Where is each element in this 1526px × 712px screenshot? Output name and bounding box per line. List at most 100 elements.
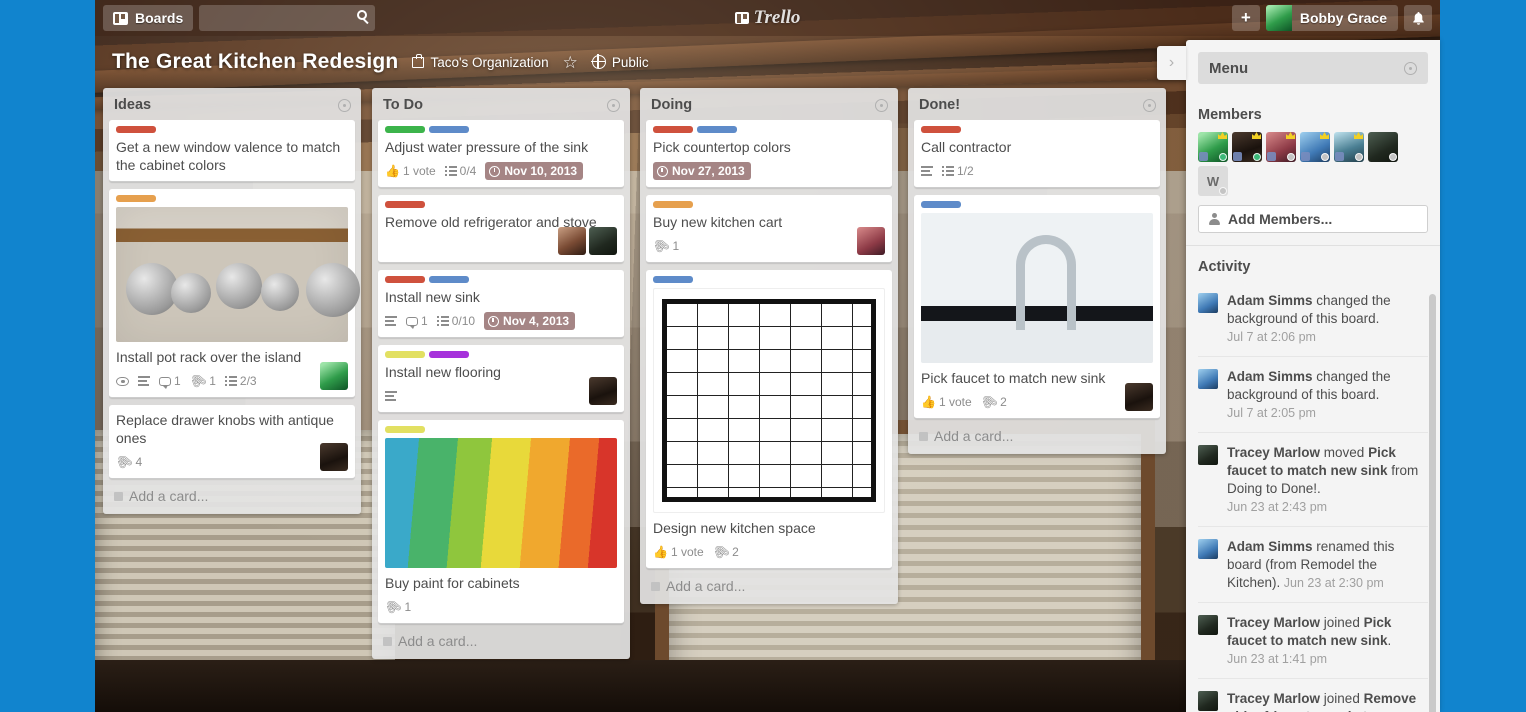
- card-badges: 👍 1 vote 🖇 2: [921, 391, 1153, 413]
- vote-icon: 👍: [921, 395, 936, 409]
- activity-actor[interactable]: Tracey Marlow: [1227, 445, 1320, 460]
- card-label[interactable]: [429, 126, 469, 133]
- member-avatar[interactable]: [1334, 132, 1364, 162]
- activity-feed[interactable]: Adam Simms changed the background of thi…: [1186, 284, 1440, 712]
- card[interactable]: Pick countertop colors Nov 27, 2013: [646, 120, 892, 188]
- card-badges: [385, 387, 617, 405]
- member-avatar[interactable]: W: [1198, 166, 1228, 196]
- member-avatar[interactable]: [1232, 132, 1262, 162]
- card[interactable]: Adjust water pressure of the sink 👍 1 vote…: [378, 120, 624, 188]
- avatar: [857, 227, 885, 255]
- card-label[interactable]: [385, 201, 425, 208]
- eye-icon: [116, 376, 129, 386]
- trello-logo[interactable]: Trello: [698, 7, 838, 29]
- activity-actor[interactable]: Adam Simms: [1227, 369, 1313, 384]
- add-members-label: Add Members...: [1228, 211, 1333, 227]
- card-label[interactable]: [429, 351, 469, 358]
- card[interactable]: Install new sink 1 0/10 Nov 4, 2013: [378, 270, 624, 338]
- sidebar-menu-header[interactable]: Menu: [1198, 52, 1428, 84]
- card[interactable]: Replace drawer knobs with antique ones 🖇 4: [109, 405, 355, 479]
- card-badges: 🖇 1: [650, 235, 885, 257]
- card[interactable]: Install pot rack over the island 1 🖇 1 2/3: [109, 189, 360, 398]
- activity-item[interactable]: Tracey Marlow joined Remove old refriger…: [1198, 678, 1428, 712]
- card-label[interactable]: [385, 426, 425, 433]
- card-label[interactable]: [653, 126, 693, 133]
- add-a-card-button[interactable]: Add a card...: [372, 624, 630, 655]
- activity-item[interactable]: Adam Simms changed the background of thi…: [1198, 356, 1428, 432]
- activity-actor[interactable]: Adam Simms: [1227, 293, 1313, 308]
- board-organization[interactable]: Taco's Organization: [412, 53, 549, 70]
- card-label[interactable]: [116, 126, 156, 133]
- badge-text: 0/10: [451, 314, 476, 328]
- card-label[interactable]: [653, 276, 693, 283]
- sidebar-menu-options-icon[interactable]: [1404, 61, 1417, 75]
- due-date-badge[interactable]: Nov 4, 2013: [484, 312, 576, 330]
- list-menu-icon[interactable]: [875, 98, 888, 112]
- add-members-button[interactable]: Add Members...: [1198, 205, 1428, 233]
- list-menu-icon[interactable]: [1143, 98, 1156, 112]
- due-date-badge[interactable]: Nov 27, 2013: [653, 162, 751, 180]
- search-input[interactable]: [199, 5, 376, 31]
- card[interactable]: Pick faucet to match new sink 👍 1 vote 🖇 2: [914, 195, 1160, 419]
- board-visibility[interactable]: Public: [591, 54, 649, 70]
- card-title: Pick faucet to match new sink: [921, 370, 1106, 386]
- star-board-icon[interactable]: ☆: [563, 54, 578, 71]
- add-card-label: Add a card...: [129, 488, 209, 504]
- card-label[interactable]: [385, 351, 425, 358]
- card-label[interactable]: [385, 276, 425, 283]
- badge-text: 1: [174, 374, 181, 388]
- notifications-bell-icon[interactable]: [1404, 5, 1432, 31]
- card-label[interactable]: [116, 195, 156, 202]
- member-badge-icon: [1301, 152, 1310, 161]
- activity-item[interactable]: Adam Simms changed the background of thi…: [1198, 284, 1428, 356]
- list-menu-icon[interactable]: [338, 98, 351, 112]
- activity-actor[interactable]: Adam Simms: [1227, 539, 1313, 554]
- member-avatar[interactable]: [1266, 132, 1296, 162]
- list-menu-icon[interactable]: [607, 98, 620, 112]
- card-title: Adjust water pressure of the sink: [385, 139, 589, 155]
- card-labels: [653, 276, 885, 283]
- card[interactable]: Call contractor 1/2: [914, 120, 1160, 188]
- board-title[interactable]: The Great Kitchen Redesign: [112, 50, 398, 74]
- avatar: [1198, 615, 1218, 635]
- activity-item[interactable]: Adam Simms renamed this board (from Remo…: [1198, 526, 1428, 602]
- avatar: [1198, 293, 1218, 313]
- card-badges: 👍 1 vote 0/4 Nov 10, 2013: [385, 162, 617, 180]
- sidebar-collapse-chevron-icon[interactable]: ›: [1157, 46, 1186, 80]
- card-label[interactable]: [921, 126, 961, 133]
- card-title: Install pot rack over the island: [116, 349, 302, 365]
- activity-actor[interactable]: Tracey Marlow: [1227, 691, 1320, 706]
- member-avatar[interactable]: [1368, 132, 1398, 162]
- member-avatar[interactable]: [1300, 132, 1330, 162]
- card-label[interactable]: [697, 126, 737, 133]
- checklist-icon: [942, 166, 954, 176]
- activity-scrollbar[interactable]: [1429, 294, 1436, 712]
- card-label[interactable]: [653, 201, 693, 208]
- card[interactable]: Design new kitchen space 👍 1 vote 🖇 2: [646, 270, 892, 569]
- card[interactable]: Buy new kitchen cart 🖇 1: [646, 195, 892, 263]
- add-a-card-button[interactable]: Add a card...: [908, 419, 1166, 450]
- card-label[interactable]: [385, 126, 425, 133]
- search-field-wrapper[interactable]: [199, 5, 376, 31]
- user-menu-button[interactable]: Bobby Grace: [1265, 5, 1398, 31]
- avatar: [320, 443, 348, 471]
- activity-actor[interactable]: Tracey Marlow: [1227, 615, 1320, 630]
- card-title: Design new kitchen space: [653, 520, 816, 536]
- card[interactable]: Install new flooring: [378, 345, 624, 413]
- card-label[interactable]: [921, 201, 961, 208]
- presence-indicator: [1321, 153, 1329, 161]
- card[interactable]: Remove old refrigerator and stove: [378, 195, 624, 263]
- activity-item[interactable]: Tracey Marlow moved Pick faucet to match…: [1198, 432, 1428, 526]
- card-label[interactable]: [429, 276, 469, 283]
- add-button[interactable]: +: [1231, 5, 1260, 31]
- due-date-badge[interactable]: Nov 10, 2013: [485, 162, 584, 180]
- card[interactable]: Get a new window valence to match the ca…: [109, 120, 355, 182]
- activity-item[interactable]: Tracey Marlow joined Pick faucet to matc…: [1198, 602, 1428, 678]
- card-members: [320, 362, 348, 390]
- badge-text: 1: [209, 374, 216, 388]
- add-a-card-button[interactable]: Add a card...: [103, 479, 361, 510]
- member-avatar[interactable]: [1198, 132, 1228, 162]
- add-a-card-button[interactable]: Add a card...: [640, 569, 898, 600]
- boards-button[interactable]: Boards: [103, 5, 194, 31]
- card[interactable]: Buy paint for cabinets 🖇 1: [378, 420, 624, 624]
